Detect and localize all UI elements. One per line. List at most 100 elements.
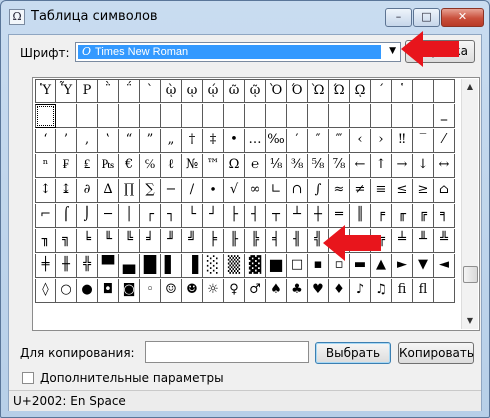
symbol-cell[interactable]: ‴ xyxy=(329,129,350,153)
symbol-cell[interactable]: ‘ xyxy=(35,129,56,153)
symbol-cell[interactable]: ≠ xyxy=(350,179,371,203)
symbol-cell[interactable] xyxy=(308,104,329,128)
symbol-cell[interactable]: ► xyxy=(392,254,413,278)
symbol-cell[interactable]: ∩ xyxy=(287,179,308,203)
symbol-cell[interactable]: Ω xyxy=(224,154,245,178)
symbol-cell[interactable] xyxy=(434,79,455,103)
symbol-cell[interactable]: ╘ xyxy=(77,229,98,253)
symbol-cell[interactable]: ▄ xyxy=(119,254,140,278)
symbol-cell[interactable]: ⌠ xyxy=(56,204,77,228)
symbol-cell[interactable]: ░ xyxy=(203,254,224,278)
symbol-cell[interactable] xyxy=(287,104,308,128)
symbol-cell[interactable]: ∕ xyxy=(182,179,203,203)
symbol-cell[interactable]: ▀ xyxy=(98,254,119,278)
symbol-cell[interactable]: ╫ xyxy=(56,254,77,278)
symbol-cell[interactable]: ∞ xyxy=(245,179,266,203)
symbol-cell[interactable] xyxy=(77,104,98,128)
symbol-cell[interactable]: № xyxy=(182,154,203,178)
symbol-cell[interactable]: ╕ xyxy=(434,204,455,228)
symbol-cell[interactable]: ♪ xyxy=(350,279,371,303)
symbol-cell[interactable]: ▼ xyxy=(413,254,434,278)
symbol-cell[interactable]: “ xyxy=(119,129,140,153)
chevron-down-icon[interactable]: ▼ xyxy=(389,46,396,56)
symbol-cell[interactable]: ╔ xyxy=(413,204,434,228)
symbol-cell[interactable]: ╓ xyxy=(392,204,413,228)
symbol-cell[interactable]: █ xyxy=(140,254,161,278)
symbol-cell[interactable] xyxy=(161,104,182,128)
symbol-cell[interactable]: ∫ xyxy=(308,179,329,203)
symbol-cell[interactable]: ≤ xyxy=(392,179,413,203)
symbol-cell[interactable]: ◘ xyxy=(98,279,119,303)
symbol-cell[interactable]: ● xyxy=(77,279,98,303)
symbol-cell[interactable]: ♀ xyxy=(224,279,245,303)
symbol-cell[interactable]: ─ xyxy=(98,204,119,228)
symbol-cell[interactable] xyxy=(413,79,434,103)
symbol-cell[interactable]: ♣ xyxy=(287,279,308,303)
symbol-cell[interactable] xyxy=(350,104,371,128)
symbol-cell[interactable]: ‰ xyxy=(266,129,287,153)
symbol-cell[interactable]: € xyxy=(119,154,140,178)
symbol-cell[interactable]: ⁄ xyxy=(434,129,455,153)
symbol-cell[interactable]: ♥ xyxy=(308,279,329,303)
symbol-cell[interactable]: ♠ xyxy=(266,279,287,303)
symbol-cell[interactable]: ♦ xyxy=(329,279,350,303)
symbol-cell[interactable]: ╨ xyxy=(413,229,434,253)
symbol-cell[interactable]: Ὼ xyxy=(308,79,329,103)
symbol-cell[interactable]: ↓ xyxy=(413,154,434,178)
symbol-cell[interactable]: ΅ xyxy=(119,79,140,103)
symbol-cell[interactable]: „ xyxy=(161,129,182,153)
symbol-cell[interactable]: ▌ xyxy=(161,254,182,278)
symbol-cell[interactable]: ╖ xyxy=(35,229,56,253)
advanced-options-label[interactable]: Дополнительные параметры xyxy=(40,371,224,385)
symbol-cell[interactable]: ☼ xyxy=(203,279,224,303)
symbol-cell[interactable]: ` xyxy=(140,79,161,103)
symbol-cell[interactable]: ℓ xyxy=(161,154,182,178)
symbol-cell[interactable]: ╧ xyxy=(392,229,413,253)
select-button[interactable]: Выбрать xyxy=(315,342,391,364)
symbol-cell[interactable]: ₣ xyxy=(56,154,77,178)
minimize-button[interactable]: – xyxy=(385,8,412,27)
symbol-cell[interactable]: … xyxy=(245,129,266,153)
symbol-cell[interactable]: ┐ xyxy=(161,204,182,228)
symbol-cell[interactable]: ‗ xyxy=(434,104,455,128)
symbol-cell[interactable]: ╝ xyxy=(182,229,203,253)
maximize-button[interactable]: □ xyxy=(413,8,440,27)
symbol-cell[interactable]: ῼ xyxy=(350,79,371,103)
symbol-cell[interactable]: ™ xyxy=(203,154,224,178)
symbol-cell[interactable]: ◙ xyxy=(119,279,140,303)
symbol-cell[interactable]: ℅ xyxy=(140,154,161,178)
symbol-cell[interactable]: ╟ xyxy=(224,229,245,253)
symbol-cell[interactable]: • xyxy=(224,129,245,153)
symbol-cell[interactable]: ‼ xyxy=(392,129,413,153)
close-button[interactable]: ✕ xyxy=(441,8,484,27)
copy-input[interactable] xyxy=(145,341,309,363)
symbol-cell[interactable]: ╢ xyxy=(287,229,308,253)
symbol-cell[interactable]: ₤ xyxy=(77,154,98,178)
symbol-cell[interactable] xyxy=(56,104,77,128)
scroll-thumb[interactable] xyxy=(463,266,478,283)
symbol-cell[interactable]: ◊ xyxy=(35,279,56,303)
symbol-cell[interactable]: › xyxy=(371,129,392,153)
symbol-cell[interactable]: ≡ xyxy=(371,179,392,203)
symbol-cell[interactable]: Ὗ xyxy=(56,79,77,103)
scroll-up-icon[interactable]: ▲ xyxy=(462,79,478,95)
symbol-cell[interactable] xyxy=(203,104,224,128)
symbol-cell[interactable]: │ xyxy=(119,204,140,228)
symbol-cell[interactable]: ⌂ xyxy=(434,179,455,203)
symbol-cell[interactable]: − xyxy=(161,179,182,203)
symbol-cell[interactable]: ┴ xyxy=(287,204,308,228)
symbol-cell[interactable]: ○ xyxy=(56,279,77,303)
symbol-cell[interactable]: ☺ xyxy=(161,279,182,303)
symbol-cell[interactable] xyxy=(413,104,434,128)
symbol-cell[interactable]: ⅝ xyxy=(308,154,329,178)
symbol-cell[interactable]: ⌐ xyxy=(35,204,56,228)
symbol-cell[interactable]: ≥ xyxy=(413,179,434,203)
grid-scrollbar[interactable]: ▲ ▼ xyxy=(461,79,478,329)
symbol-cell[interactable]: ├ xyxy=(224,204,245,228)
symbol-cell[interactable]: □ xyxy=(287,254,308,278)
symbol-cell[interactable]: ₧ xyxy=(98,154,119,178)
symbol-cell[interactable]: ╚ xyxy=(119,229,140,253)
symbol-cell[interactable]: ‹ xyxy=(350,129,371,153)
symbol-cell[interactable] xyxy=(266,104,287,128)
symbol-cell[interactable] xyxy=(98,104,119,128)
